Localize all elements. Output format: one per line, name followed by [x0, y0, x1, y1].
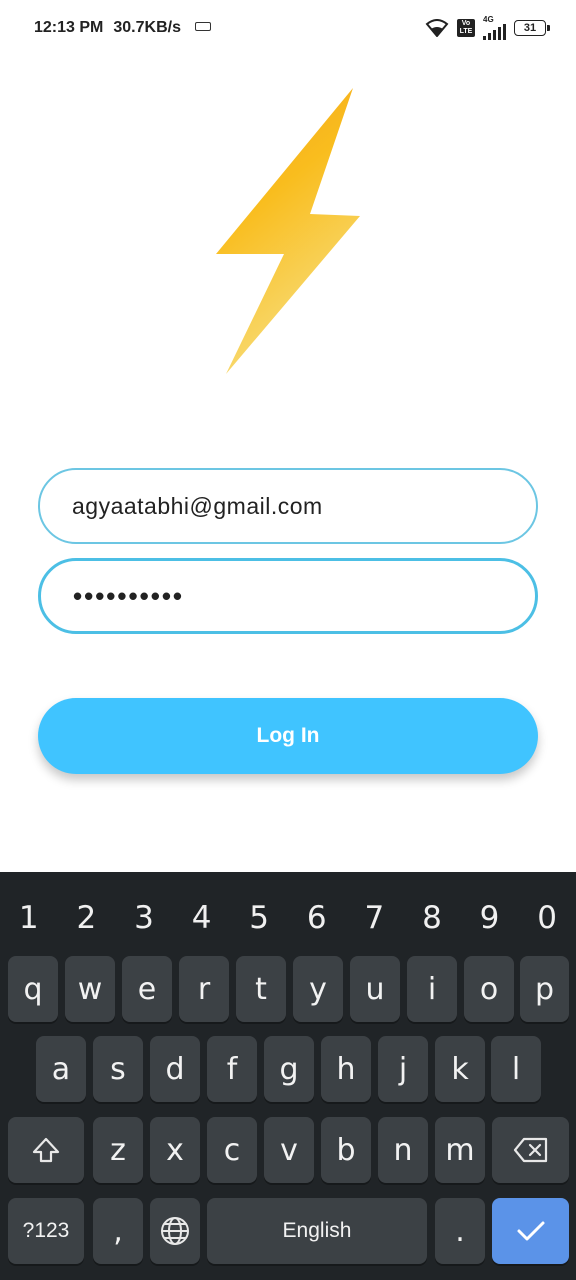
key-6[interactable]: 6 — [288, 884, 346, 952]
login-button[interactable]: Log In — [38, 698, 538, 774]
key-i[interactable]: i — [407, 956, 457, 1022]
soft-keyboard: 1 2 3 4 5 6 7 8 9 0 q w e r t y u i o p … — [0, 872, 576, 1280]
language-key[interactable] — [150, 1198, 200, 1264]
key-o[interactable]: o — [464, 956, 514, 1022]
key-c[interactable]: c — [207, 1117, 257, 1183]
key-d[interactable]: d — [150, 1036, 200, 1102]
key-8[interactable]: 8 — [403, 884, 461, 952]
key-j[interactable]: j — [378, 1036, 428, 1102]
comma-key[interactable]: , — [93, 1198, 143, 1264]
checkmark-icon — [517, 1221, 544, 1241]
key-g[interactable]: g — [264, 1036, 314, 1102]
key-f[interactable]: f — [207, 1036, 257, 1102]
status-time: 12:13 PM — [34, 19, 104, 36]
backspace-icon — [513, 1137, 547, 1163]
key-h[interactable]: h — [321, 1036, 371, 1102]
key-5[interactable]: 5 — [230, 884, 288, 952]
login-button-label: Log In — [256, 724, 320, 747]
password-field[interactable]: •••••••••• — [38, 558, 538, 634]
shift-key[interactable] — [8, 1117, 84, 1183]
key-b[interactable]: b — [321, 1117, 371, 1183]
symbols-key[interactable]: ?123 — [8, 1198, 84, 1264]
shift-icon — [32, 1137, 60, 1163]
key-9[interactable]: 9 — [461, 884, 519, 952]
key-2[interactable]: 2 — [58, 884, 116, 952]
network-type: 4G — [483, 15, 494, 24]
key-r[interactable]: r — [179, 956, 229, 1022]
backspace-key[interactable] — [492, 1117, 569, 1183]
period-key[interactable]: . — [435, 1198, 485, 1264]
key-7[interactable]: 7 — [346, 884, 404, 952]
key-v[interactable]: v — [264, 1117, 314, 1183]
password-value: •••••••••• — [73, 580, 185, 611]
number-row: 1 2 3 4 5 6 7 8 9 0 — [0, 884, 576, 952]
email-value: agyaatabhi@gmail.com — [72, 492, 323, 519]
status-left: 12:13 PM 30.7KB/s — [34, 19, 211, 37]
key-4[interactable]: 4 — [173, 884, 231, 952]
key-p[interactable]: p — [520, 956, 569, 1022]
wifi-icon — [425, 19, 449, 37]
lightning-bolt-icon — [216, 88, 360, 374]
key-s[interactable]: s — [93, 1036, 143, 1102]
key-u[interactable]: u — [350, 956, 400, 1022]
battery-level: 31 — [523, 22, 537, 34]
key-1[interactable]: 1 — [0, 884, 58, 952]
status-bar: 12:13 PM 30.7KB/s Vo LTE 4G 31 — [0, 0, 576, 56]
volte-icon: Vo LTE — [457, 19, 475, 37]
status-right: Vo LTE 4G 31 — [425, 15, 550, 40]
key-w[interactable]: w — [65, 956, 115, 1022]
done-key[interactable] — [492, 1198, 569, 1264]
key-3[interactable]: 3 — [115, 884, 173, 952]
key-q[interactable]: q — [8, 956, 58, 1022]
key-e[interactable]: e — [122, 956, 172, 1022]
key-x[interactable]: x — [150, 1117, 200, 1183]
signal-icon — [483, 24, 506, 40]
key-t[interactable]: t — [236, 956, 286, 1022]
key-a[interactable]: a — [36, 1036, 86, 1102]
key-l[interactable]: l — [491, 1036, 541, 1102]
keyboard-icon — [194, 21, 211, 31]
key-y[interactable]: y — [293, 956, 343, 1022]
key-0[interactable]: 0 — [518, 884, 576, 952]
globe-icon — [161, 1217, 189, 1245]
email-field[interactable]: agyaatabhi@gmail.com — [38, 468, 538, 544]
key-k[interactable]: k — [435, 1036, 485, 1102]
key-n[interactable]: n — [378, 1117, 428, 1183]
key-m[interactable]: m — [435, 1117, 485, 1183]
battery-icon: 31 — [514, 20, 550, 36]
status-net-speed: 30.7KB/s — [113, 19, 181, 36]
key-z[interactable]: z — [93, 1117, 143, 1183]
space-key[interactable]: English — [207, 1198, 427, 1264]
